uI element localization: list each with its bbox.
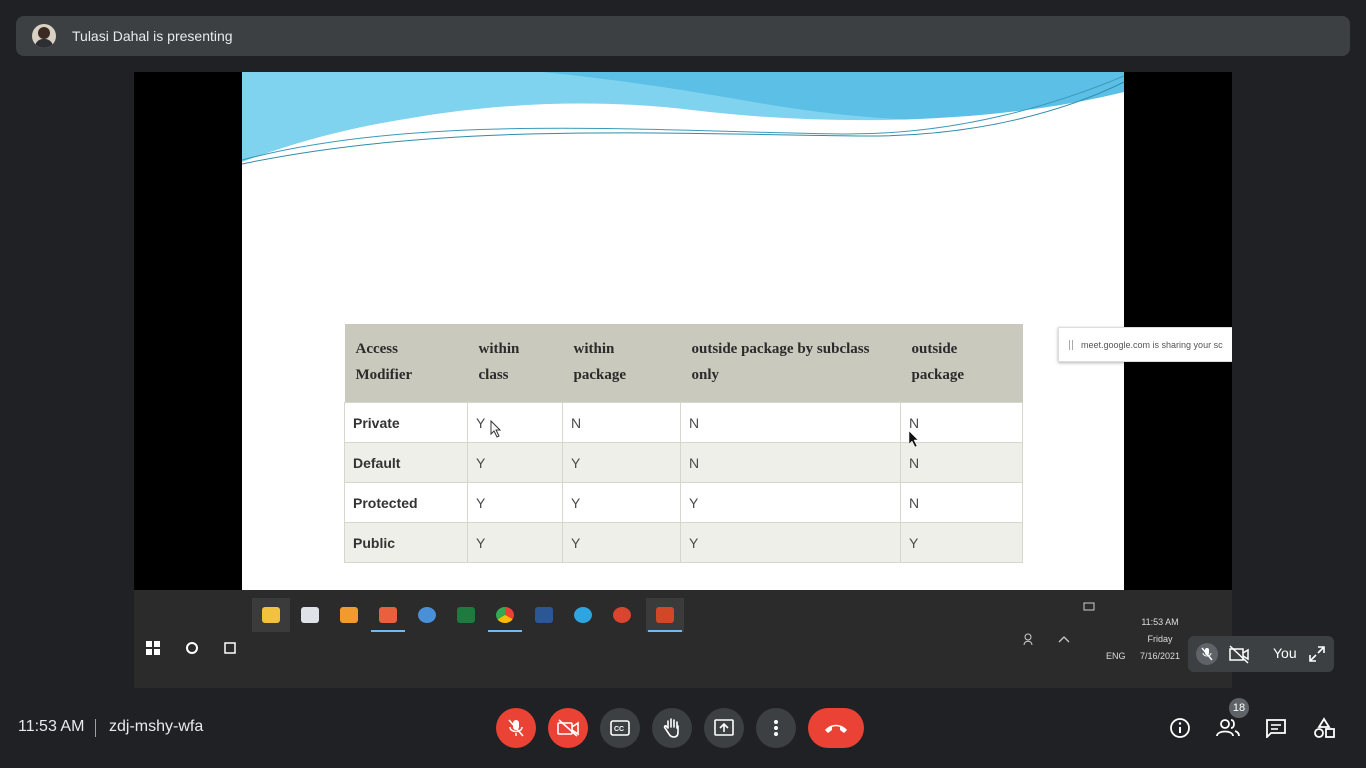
table-row: Default Y Y N N bbox=[344, 442, 1023, 483]
anydesk-icon[interactable] bbox=[369, 598, 407, 632]
self-preview-tile[interactable]: You bbox=[1188, 636, 1334, 672]
clock-day: Friday bbox=[1147, 634, 1173, 644]
activities-button[interactable] bbox=[1312, 716, 1336, 740]
participants-button[interactable] bbox=[1216, 716, 1240, 740]
microphone-toggle-button[interactable] bbox=[496, 708, 536, 748]
activities-icon bbox=[1314, 717, 1335, 738]
expand-icon[interactable] bbox=[1308, 645, 1326, 663]
present-icon bbox=[714, 719, 734, 736]
table-cell: Y bbox=[562, 442, 681, 483]
meeting-time: 11:53 AM bbox=[18, 718, 85, 735]
screen-share-notice[interactable]: meet.google.com is sharing your sc bbox=[1058, 327, 1232, 362]
recorder-icon[interactable] bbox=[603, 598, 641, 632]
chat-button[interactable] bbox=[1264, 716, 1288, 740]
table-cell: Private bbox=[344, 402, 468, 443]
mouse-cursor-icon bbox=[490, 420, 502, 438]
clock-time: 11:53 AM bbox=[1141, 617, 1179, 627]
chat-icon bbox=[1266, 719, 1286, 738]
tablet-mode-icon[interactable] bbox=[1082, 600, 1096, 612]
table-cell: Y bbox=[562, 482, 681, 523]
drag-handle-icon[interactable] bbox=[1069, 339, 1073, 350]
closed-captions-icon: CC bbox=[610, 720, 630, 736]
table-cell: N bbox=[680, 442, 901, 483]
hang-up-icon bbox=[825, 724, 847, 733]
people-tray-icon[interactable] bbox=[1023, 632, 1037, 646]
mic-off-icon bbox=[508, 719, 524, 737]
store-icon[interactable] bbox=[291, 598, 329, 632]
camera-off-icon bbox=[557, 719, 579, 737]
table-row: Protected Y Y Y N bbox=[344, 482, 1023, 523]
chrome-icon[interactable] bbox=[486, 598, 524, 632]
header-within-package: within package bbox=[562, 324, 681, 403]
table-cell: N bbox=[680, 402, 901, 443]
present-screen-button[interactable] bbox=[704, 708, 744, 748]
header-access-modifier: Access Modifier bbox=[344, 324, 468, 403]
cortana-icon[interactable] bbox=[180, 636, 204, 660]
table-cell: Y bbox=[900, 522, 1023, 563]
windows-start-icon[interactable] bbox=[141, 636, 165, 660]
divider bbox=[95, 719, 96, 737]
table-row: Public Y Y Y Y bbox=[344, 522, 1023, 563]
file-explorer-icon[interactable] bbox=[252, 598, 290, 632]
header-outside-package: outside package bbox=[900, 324, 1023, 403]
svg-text:CC: CC bbox=[614, 726, 624, 733]
more-vert-icon bbox=[774, 720, 778, 736]
table-cell: N bbox=[900, 482, 1023, 523]
captions-button[interactable]: CC bbox=[600, 708, 640, 748]
muted-mic-icon bbox=[1196, 643, 1218, 665]
info-icon bbox=[1170, 718, 1190, 738]
leave-call-button[interactable] bbox=[808, 708, 864, 748]
mouse-cursor-icon bbox=[908, 430, 919, 448]
table-cell: Default bbox=[344, 442, 468, 483]
shared-screen: Access Modifier within class within package… bbox=[134, 72, 1232, 688]
table-cell: N bbox=[562, 402, 681, 443]
hand-icon bbox=[663, 718, 679, 738]
table-cell: Y bbox=[680, 482, 901, 523]
slide-header-wave bbox=[242, 72, 1124, 167]
powerpoint-icon[interactable] bbox=[646, 598, 684, 632]
access-modifier-table: Access Modifier within class within package… bbox=[344, 324, 1023, 563]
chevron-up-icon[interactable] bbox=[1058, 634, 1070, 644]
table-cell: Y bbox=[467, 402, 563, 443]
table-cell: Y bbox=[680, 522, 901, 563]
meeting-code: zdj-mshy-wfa bbox=[109, 718, 204, 735]
camera-toggle-button[interactable] bbox=[548, 708, 588, 748]
meeting-details-button[interactable] bbox=[1168, 716, 1192, 740]
header-outside-package-subclass: outside package by subclass only bbox=[680, 324, 901, 403]
presentation-slide: Access Modifier within class within package… bbox=[242, 72, 1124, 590]
clock-date: 7/16/2021 bbox=[1139, 651, 1181, 661]
camera-off-icon bbox=[1229, 645, 1249, 664]
telegram-icon[interactable] bbox=[564, 598, 602, 632]
shared-taskbar: ENG 11:53 AM Friday 7/16/2021 bbox=[134, 590, 1232, 688]
table-cell: Public bbox=[344, 522, 468, 563]
language-indicator[interactable]: ENG bbox=[1106, 651, 1126, 661]
table-cell: Y bbox=[467, 442, 563, 483]
people-icon bbox=[1216, 719, 1240, 737]
header-within-class: within class bbox=[467, 324, 563, 403]
sublime-icon[interactable] bbox=[330, 598, 368, 632]
table-cell: Y bbox=[467, 482, 563, 523]
table-cell: Y bbox=[467, 522, 563, 563]
participants-count-badge: 18 bbox=[1229, 698, 1249, 718]
system-clock[interactable]: 11:53 AM Friday 7/16/2021 bbox=[1130, 614, 1190, 665]
self-label: You bbox=[1273, 645, 1297, 661]
presenter-label: Tulasi Dahal is presenting bbox=[72, 28, 233, 44]
meeting-controls-bar: 11:53 AM zdj-mshy-wfa CC 18 bbox=[0, 688, 1366, 768]
table-row: Private Y N N N bbox=[344, 402, 1023, 443]
table-cell: N bbox=[900, 442, 1023, 483]
word-icon[interactable] bbox=[525, 598, 563, 632]
more-options-button[interactable] bbox=[756, 708, 796, 748]
raise-hand-button[interactable] bbox=[652, 708, 692, 748]
task-view-icon[interactable] bbox=[218, 636, 242, 660]
excel-icon[interactable] bbox=[447, 598, 485, 632]
table-header-row: Access Modifier within class within package… bbox=[344, 324, 1023, 403]
presenter-avatar bbox=[32, 24, 56, 48]
network-app-icon[interactable] bbox=[408, 598, 446, 632]
presenting-banner: Tulasi Dahal is presenting bbox=[16, 16, 1350, 56]
table-cell: Protected bbox=[344, 482, 468, 523]
table-cell: Y bbox=[562, 522, 681, 563]
share-notice-text: meet.google.com is sharing your sc bbox=[1081, 339, 1223, 350]
